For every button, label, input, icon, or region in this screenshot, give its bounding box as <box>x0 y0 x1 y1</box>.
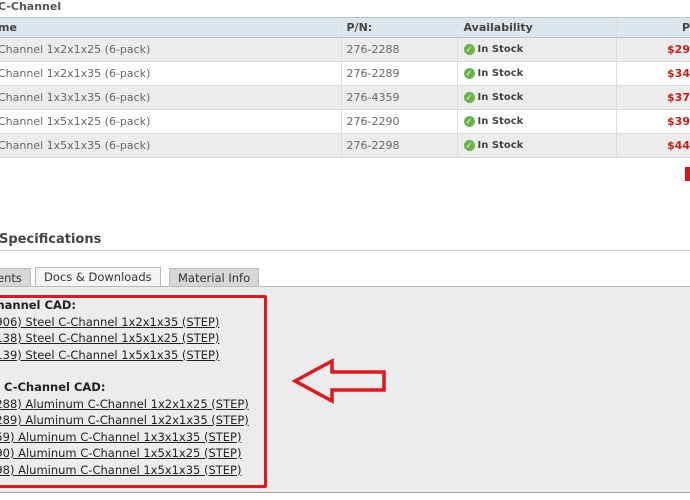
tab-docs-downloads[interactable]: Docs & Downloads <box>35 267 161 287</box>
product-pn: 276-2298 <box>341 133 458 158</box>
product-price: $34 <box>615 61 690 86</box>
panel-bottom-border <box>0 492 690 493</box>
divider <box>0 250 690 251</box>
check-circle-icon: ✓ <box>463 116 475 127</box>
product-price: $29 <box>615 37 690 62</box>
product-table: me P/N: Availability P Channel 1x2x1x25 … <box>0 17 690 158</box>
table-row[interactable]: Channel 1x5x1x25 (6-pack) 276-2290 ✓ In S… <box>0 109 690 134</box>
column-header-pn[interactable]: P/N: <box>341 17 458 38</box>
product-pn: 276-2290 <box>341 109 458 134</box>
tab-material-info[interactable]: Material Info <box>169 268 260 286</box>
column-header-availability[interactable]: Availability <box>456 17 617 38</box>
product-availability: ✓ In Stock <box>456 37 617 62</box>
specifications-title: Specifications <box>0 232 102 247</box>
add-to-cart-button-edge[interactable] <box>685 167 690 181</box>
highlight-box <box>0 295 267 488</box>
product-pn: 276-4359 <box>341 85 458 110</box>
product-pn: 276-2288 <box>341 37 458 62</box>
product-availability: ✓ In Stock <box>456 109 617 134</box>
table-row[interactable]: Channel 1x3x1x35 (6-pack) 276-4359 ✓ In S… <box>0 85 690 110</box>
product-name: Channel 1x5x1x25 (6-pack) <box>0 109 342 134</box>
column-header-name[interactable]: me <box>0 17 342 38</box>
column-header-price[interactable]: P <box>615 17 690 38</box>
check-circle-icon: ✓ <box>463 92 475 103</box>
tab-contents[interactable]: ents <box>0 268 31 286</box>
check-circle-icon: ✓ <box>463 140 475 151</box>
check-circle-icon: ✓ <box>463 44 475 55</box>
product-name: Channel 1x5x1x35 (6-pack) <box>0 133 342 158</box>
product-availability: ✓ In Stock <box>456 85 617 110</box>
product-name: Channel 1x2x1x35 (6-pack) <box>0 61 342 86</box>
product-availability: ✓ In Stock <box>456 61 617 86</box>
product-name: Channel 1x2x1x25 (6-pack) <box>0 37 342 62</box>
table-row[interactable]: Channel 1x2x1x25 (6-pack) 276-2288 ✓ In S… <box>0 37 690 62</box>
left-arrow-icon <box>292 358 386 404</box>
product-name: Channel 1x3x1x35 (6-pack) <box>0 85 342 110</box>
table-row[interactable]: Channel 1x5x1x35 (6-pack) 276-2298 ✓ In S… <box>0 133 690 158</box>
table-header-row: me P/N: Availability P <box>0 17 690 38</box>
table-row[interactable]: Channel 1x2x1x35 (6-pack) 276-2289 ✓ In S… <box>0 61 690 86</box>
product-availability: ✓ In Stock <box>456 133 617 158</box>
product-price: $37 <box>615 85 690 110</box>
section-title: C-Channel <box>0 0 62 13</box>
check-circle-icon: ✓ <box>463 68 475 79</box>
product-pn: 276-2289 <box>341 61 458 86</box>
product-price: $39 <box>615 109 690 134</box>
product-price: $44 <box>615 133 690 158</box>
